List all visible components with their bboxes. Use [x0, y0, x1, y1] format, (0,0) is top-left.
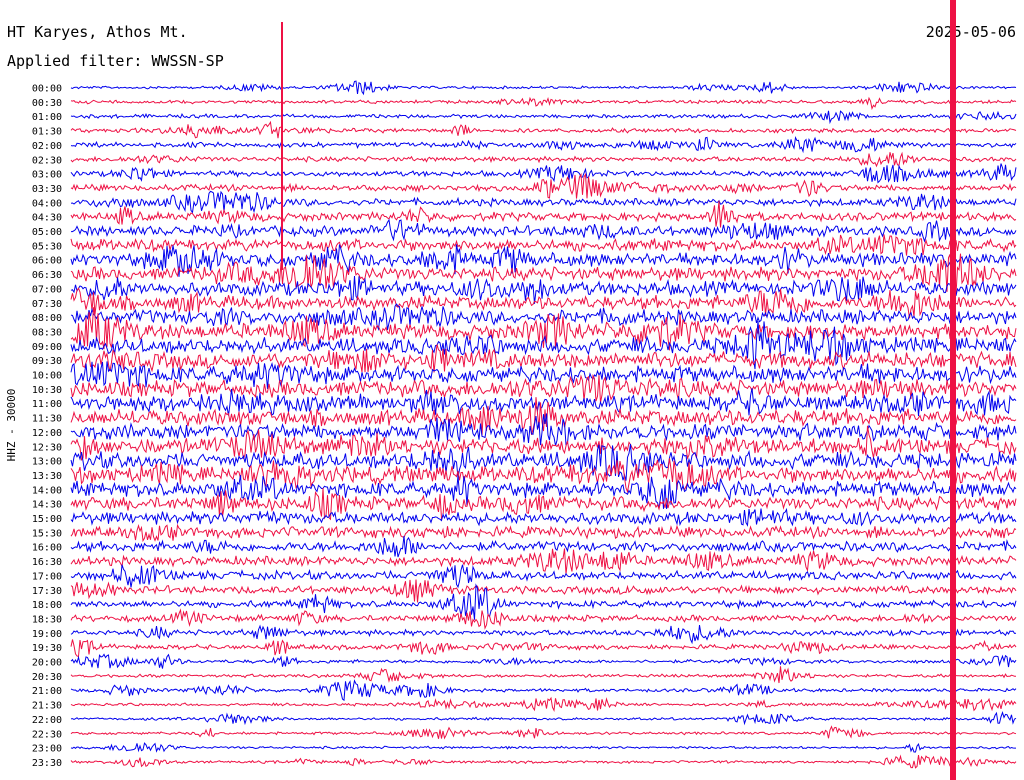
- time-tick-label: 10:30: [32, 385, 62, 396]
- trace-row: [70, 696, 1017, 712]
- trace-row: [70, 624, 1017, 645]
- time-tick-label: 10:00: [32, 371, 62, 382]
- trace-row: [70, 579, 1017, 603]
- time-tick-label: 05:30: [32, 241, 62, 252]
- time-tick-label: 04:00: [32, 198, 62, 209]
- helicorder-chart: HT Karyes, Athos Mt. Applied filter: WWS…: [5, 0, 1017, 780]
- time-tick-label: 23:00: [32, 744, 62, 755]
- trace-row: [70, 725, 1017, 740]
- time-tick-label: 16:30: [32, 557, 62, 568]
- trace-row: [70, 742, 1016, 753]
- trace-row: [70, 80, 1017, 96]
- time-tick-label: 02:30: [32, 155, 62, 166]
- time-tick-label: 13:30: [32, 471, 62, 482]
- time-tick-label: 02:00: [32, 141, 62, 152]
- time-tick-label: 07:00: [32, 284, 62, 295]
- time-tick-label: 09:00: [32, 342, 62, 353]
- time-tick-label: 22:30: [32, 729, 62, 740]
- trace-row: [70, 679, 1017, 702]
- station-title: HT Karyes, Athos Mt.: [7, 23, 188, 41]
- trace-row: [70, 666, 1016, 684]
- time-tick-label: 16:00: [32, 543, 62, 554]
- time-tick-label: 18:00: [32, 600, 62, 611]
- time-tick-label: 15:30: [32, 528, 62, 539]
- trace-row: [70, 200, 1017, 228]
- time-tick-labels: 00:00 00:30 01:00 01:30 02:00 02:30 03:00 03:30…: [32, 84, 62, 769]
- time-tick-label: 12:00: [32, 428, 62, 439]
- time-tick-label: 14:00: [32, 485, 62, 496]
- y-axis-label: HHZ - 30000: [5, 389, 18, 462]
- trace-row: [70, 151, 1017, 168]
- trace-row: [70, 548, 1017, 575]
- trace-row: [70, 96, 1017, 111]
- time-tick-label: 19:00: [32, 629, 62, 640]
- time-tick-label: 23:30: [32, 758, 62, 769]
- time-tick-label: 17:30: [32, 586, 62, 597]
- time-tick-label: 06:30: [32, 270, 62, 281]
- date-label: 2025-05-06: [926, 23, 1016, 41]
- time-tick-label: 21:30: [32, 701, 62, 712]
- time-tick-label: 07:30: [32, 299, 62, 310]
- event-spike: [950, 0, 956, 780]
- time-tick-label: 05:00: [32, 227, 62, 238]
- time-tick-label: 18:30: [32, 614, 62, 625]
- trace-row: [70, 639, 1017, 658]
- time-tick-label: 03:00: [32, 170, 62, 181]
- time-tick-label: 22:00: [32, 715, 62, 726]
- time-tick-label: 00:30: [32, 98, 62, 109]
- trace-row: [70, 190, 1017, 214]
- trace-row: [70, 711, 1017, 726]
- time-tick-label: 13:00: [32, 457, 62, 468]
- time-tick-label: 11:00: [32, 399, 62, 410]
- trace-row: [70, 110, 1017, 125]
- trace-row: [70, 754, 1017, 769]
- time-tick-label: 11:30: [32, 414, 62, 425]
- time-tick-label: 03:30: [32, 184, 62, 195]
- time-tick-label: 20:30: [32, 672, 62, 683]
- trace-row: [71, 218, 1017, 243]
- trace-row: [70, 135, 1017, 154]
- trace-row: [70, 373, 1017, 403]
- seismic-traces: [70, 0, 1017, 780]
- time-tick-label: 19:30: [32, 643, 62, 654]
- time-tick-label: 15:00: [32, 514, 62, 525]
- trace-row: [70, 608, 1017, 630]
- time-tick-label: 08:00: [32, 313, 62, 324]
- trace-row: [70, 120, 1017, 139]
- time-tick-label: 08:30: [32, 327, 62, 338]
- time-tick-label: 01:00: [32, 112, 62, 123]
- trace-row: [70, 388, 1017, 417]
- time-tick-label: 20:00: [32, 658, 62, 669]
- time-tick-label: 06:00: [32, 256, 62, 267]
- time-tick-label: 21:00: [32, 686, 62, 697]
- filter-subtitle: Applied filter: WWSSN-SP: [7, 52, 224, 70]
- time-tick-label: 00:00: [32, 84, 62, 95]
- trace-row: [70, 535, 1017, 558]
- time-tick-label: 09:30: [32, 356, 62, 367]
- trace-row: [70, 234, 1017, 256]
- trace-row: [70, 523, 1017, 543]
- time-tick-label: 14:30: [32, 500, 62, 511]
- time-tick-label: 01:30: [32, 127, 62, 138]
- time-tick-label: 12:30: [32, 442, 62, 453]
- time-tick-label: 04:30: [32, 213, 62, 224]
- trace-row: [70, 653, 1017, 669]
- time-tick-label: 17:00: [32, 571, 62, 582]
- trace-row: [70, 507, 1017, 527]
